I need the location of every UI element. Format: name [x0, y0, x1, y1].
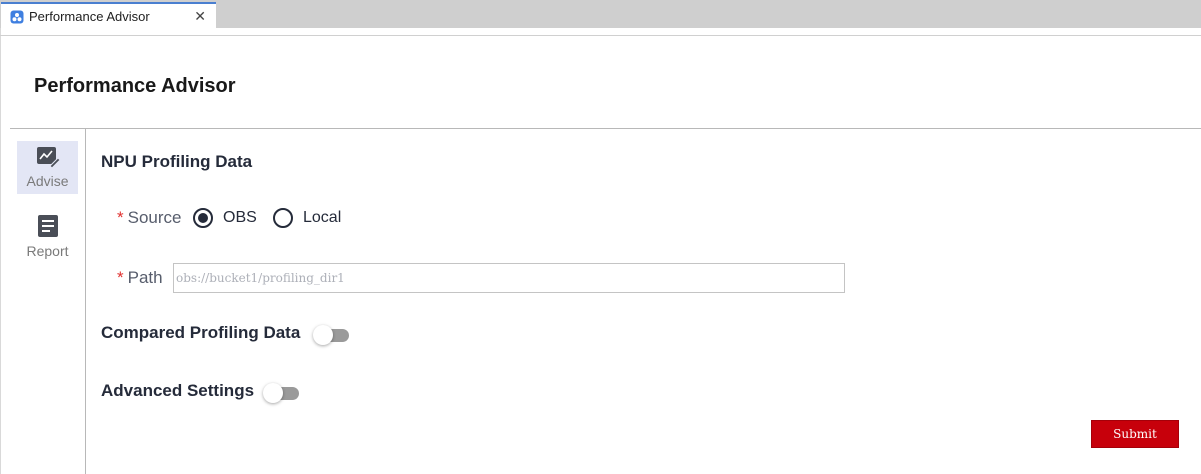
page-title: Performance Advisor: [34, 75, 236, 97]
panel-top-divider: [0, 35, 1201, 36]
required-mark: *: [117, 208, 124, 227]
source-radio-local[interactable]: Local: [273, 208, 341, 228]
source-radio-obs[interactable]: OBS: [193, 208, 257, 228]
submit-button[interactable]: Submit: [1091, 420, 1179, 448]
document-icon: [37, 214, 59, 238]
tab-bar: Performance Advisor ✕: [0, 0, 1201, 29]
section-title-advanced-settings: Advanced Settings: [101, 381, 255, 400]
path-label: * Path: [117, 268, 163, 288]
source-label: * Source: [117, 208, 182, 228]
radio-unchecked-icon: [273, 208, 293, 228]
radio-checked-icon: [193, 208, 213, 228]
radio-label: OBS: [223, 209, 257, 226]
close-icon[interactable]: ✕: [194, 9, 206, 23]
sidebar-item-advise[interactable]: Advise: [17, 141, 78, 194]
tab-performance-advisor[interactable]: Performance Advisor ✕: [1, 2, 216, 29]
section-title-npu-profiling: NPU Profiling Data: [101, 152, 253, 171]
path-label-text: Path: [127, 268, 163, 287]
sidebar: Advise Report: [10, 129, 86, 474]
source-label-text: Source: [127, 208, 182, 227]
sidebar-item-label: Advise: [26, 173, 69, 189]
advanced-settings-toggle[interactable]: [263, 382, 299, 403]
sidebar-item-report[interactable]: Report: [17, 209, 78, 262]
sidebar-item-label: Report: [26, 243, 69, 259]
chart-edit-icon: [36, 146, 60, 168]
section-title-compared-profiling: Compared Profiling Data: [101, 323, 301, 342]
tab-title: Performance Advisor: [29, 9, 150, 24]
path-input[interactable]: [173, 263, 845, 293]
advise-form: NPU Profiling Data * Source OBS Local * Pa…: [86, 129, 1201, 474]
compared-profiling-toggle[interactable]: [313, 324, 349, 345]
required-mark: *: [117, 268, 124, 287]
radio-label: Local: [303, 209, 342, 226]
app-logo-icon: [10, 10, 24, 24]
